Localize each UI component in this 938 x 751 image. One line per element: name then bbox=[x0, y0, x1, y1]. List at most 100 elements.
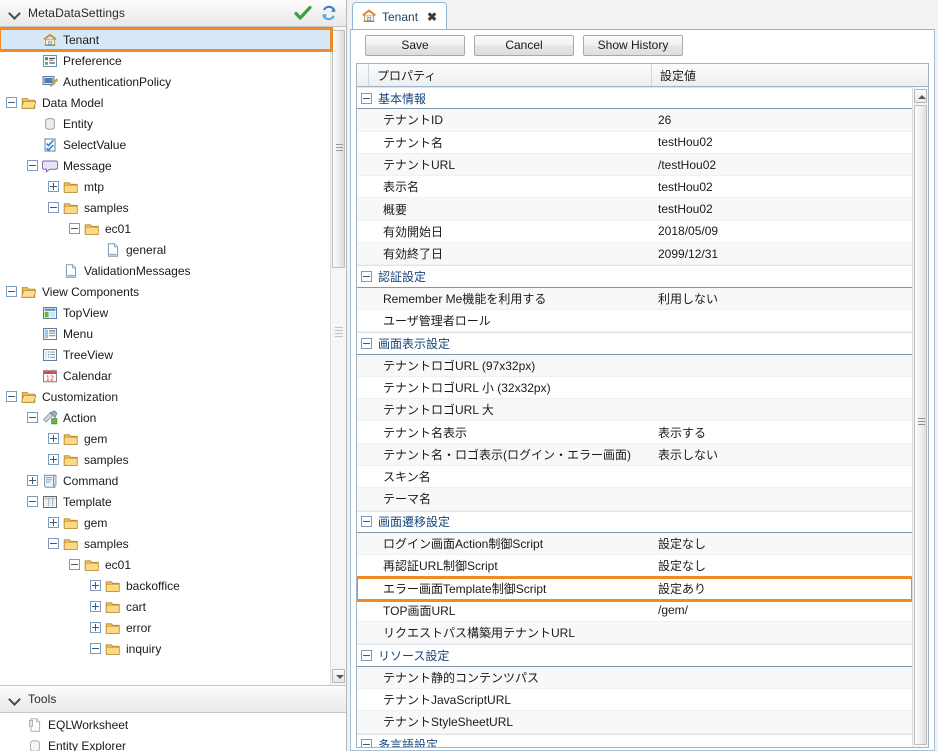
metadata-tree-scroll-area[interactable]: Tenant Preference AuthenticationPolicy Data… bbox=[0, 27, 346, 685]
tree-item-selectvalue[interactable]: SelectValue bbox=[0, 134, 331, 155]
tree-item-calendar[interactable]: 12 Calendar bbox=[0, 365, 331, 386]
collapse-icon[interactable] bbox=[69, 559, 80, 570]
property-row[interactable]: リクエストパス構築用テナントURL bbox=[357, 622, 912, 645]
check-icon[interactable] bbox=[294, 5, 312, 21]
property-row[interactable]: テナントURL/testHou02 bbox=[357, 153, 912, 177]
tree-item-tenant[interactable]: Tenant bbox=[0, 27, 333, 52]
cancel-button[interactable]: Cancel bbox=[474, 34, 574, 56]
property-value-cell[interactable]: 26 bbox=[652, 113, 912, 127]
collapse-icon[interactable] bbox=[361, 739, 372, 747]
property-row[interactable]: TOP画面URL/gem/ bbox=[357, 600, 912, 623]
collapse-icon[interactable] bbox=[48, 202, 59, 213]
tree-item-validationmessages[interactable]: ValidationMessages bbox=[0, 260, 331, 281]
tree-item-samples[interactable]: samples bbox=[0, 449, 331, 470]
property-value-cell[interactable]: testHou02 bbox=[652, 180, 912, 194]
property-group-row[interactable]: リソース設定 bbox=[357, 644, 912, 667]
property-value-cell[interactable]: /testHou02 bbox=[652, 158, 912, 172]
tools-item-entity-explorer[interactable]: Entity Explorer bbox=[0, 735, 346, 751]
tree-item-mtp[interactable]: mtp bbox=[0, 176, 331, 197]
expand-icon[interactable] bbox=[48, 517, 59, 528]
property-row[interactable]: 表示名 testHou02 bbox=[357, 176, 912, 199]
metadata-settings-header[interactable]: MetaDataSettings bbox=[0, 0, 346, 27]
property-row[interactable]: テナント静的コンテンツパス bbox=[357, 666, 912, 690]
property-row[interactable]: テナントロゴURL 小 (32x32px) bbox=[357, 377, 912, 400]
property-value-cell[interactable]: testHou02 bbox=[652, 202, 912, 216]
tree-item-ec01[interactable]: ec01 bbox=[0, 554, 331, 575]
collapse-icon[interactable] bbox=[27, 412, 38, 423]
collapse-icon[interactable] bbox=[361, 92, 372, 104]
chevron-down-icon[interactable] bbox=[8, 6, 22, 20]
property-row[interactable]: テナントID 26 bbox=[357, 109, 912, 132]
collapse-icon[interactable] bbox=[361, 337, 372, 349]
property-group-row[interactable]: 基本情報 bbox=[357, 87, 912, 110]
property-group-row[interactable]: 認証設定 bbox=[357, 265, 912, 288]
collapse-icon[interactable] bbox=[6, 391, 17, 402]
property-row[interactable]: 有効終了日 2099/12/31 bbox=[357, 243, 912, 266]
tree-item-backoffice[interactable]: backoffice bbox=[0, 575, 331, 596]
tree-item-menu[interactable]: Menu bbox=[0, 323, 331, 344]
property-row[interactable]: テナント名表示 表示する bbox=[357, 421, 912, 444]
collapse-icon[interactable] bbox=[361, 271, 372, 283]
expand-icon[interactable] bbox=[90, 580, 101, 591]
tools-header[interactable]: Tools bbox=[0, 686, 346, 713]
property-value-cell[interactable]: 設定なし bbox=[652, 557, 912, 574]
property-group-row[interactable]: 多言語設定 bbox=[357, 733, 912, 747]
property-value-cell[interactable]: 表示しない bbox=[652, 446, 912, 463]
collapse-icon[interactable] bbox=[90, 643, 101, 654]
property-row[interactable]: ユーザ管理者ロール bbox=[357, 310, 912, 333]
tree-item-samples[interactable]: samples bbox=[0, 533, 331, 554]
property-row[interactable]: スキン名 bbox=[357, 466, 912, 489]
tab-tenant[interactable]: Tenant ✖ bbox=[352, 2, 448, 30]
tree-item-customization[interactable]: Customization bbox=[0, 386, 331, 407]
tree-scroll-down-button[interactable] bbox=[332, 669, 345, 683]
tree-item-cart[interactable]: cart bbox=[0, 596, 331, 617]
tree-item-preference[interactable]: Preference bbox=[0, 50, 331, 71]
collapse-icon[interactable] bbox=[69, 223, 80, 234]
property-row[interactable]: テーマ名 bbox=[357, 488, 912, 511]
property-row[interactable]: テナントロゴURL 大 bbox=[357, 399, 912, 422]
column-header-property[interactable]: プロパティ bbox=[369, 64, 652, 86]
property-row[interactable]: 有効開始日 2018/05/09 bbox=[357, 221, 912, 244]
property-group-row[interactable]: 画面表示設定 bbox=[357, 332, 912, 355]
tree-item-template[interactable]: Template bbox=[0, 491, 331, 512]
collapse-icon[interactable] bbox=[48, 538, 59, 549]
refresh-icon[interactable] bbox=[320, 5, 338, 21]
property-value-cell[interactable]: 2099/12/31 bbox=[652, 247, 912, 261]
collapse-icon[interactable] bbox=[27, 496, 38, 507]
expand-icon[interactable] bbox=[48, 454, 59, 465]
collapse-icon[interactable] bbox=[361, 516, 372, 528]
collapse-icon[interactable] bbox=[361, 650, 372, 662]
tree-item-inquiry[interactable]: inquiry bbox=[0, 638, 331, 659]
expand-icon[interactable] bbox=[48, 433, 59, 444]
tree-item-entity[interactable]: Entity bbox=[0, 113, 331, 134]
show-history-button[interactable]: Show History bbox=[583, 34, 683, 56]
tree-item-view-components[interactable]: View Components bbox=[0, 281, 331, 302]
save-button[interactable]: Save bbox=[365, 34, 465, 56]
tree-item-command[interactable]: Command bbox=[0, 470, 331, 491]
collapse-icon[interactable] bbox=[27, 160, 38, 171]
property-row[interactable]: 概要 testHou02 bbox=[357, 198, 912, 221]
property-row[interactable]: テナント名 testHou02 bbox=[357, 132, 912, 154]
expand-icon[interactable] bbox=[27, 475, 38, 486]
column-header-value[interactable]: 設定値 bbox=[652, 64, 928, 86]
tree-item-authenticationpolicy[interactable]: AuthenticationPolicy bbox=[0, 71, 331, 92]
property-row[interactable]: エラー画面Template制御Script 設定あり bbox=[357, 575, 912, 602]
tree-vertical-scrollbar[interactable] bbox=[330, 27, 346, 685]
tree-scrollbar-thumb[interactable] bbox=[332, 30, 345, 268]
grid-scroll-up-button[interactable] bbox=[914, 89, 927, 103]
tree-item-gem[interactable]: gem bbox=[0, 428, 331, 449]
property-grid-body[interactable]: 基本情報 テナントID 26 テナント名 testHou02 テナントURL/testHo… bbox=[357, 87, 912, 747]
tree-item-data-model[interactable]: Data Model bbox=[0, 92, 331, 113]
tree-item-samples[interactable]: samples bbox=[0, 197, 331, 218]
collapse-icon[interactable] bbox=[6, 286, 17, 297]
property-value-cell[interactable]: 設定なし bbox=[652, 535, 912, 552]
property-row[interactable]: Remember Me機能を利用する 利用しない bbox=[357, 287, 912, 310]
property-row[interactable]: テナントStyleSheetURL bbox=[357, 711, 912, 734]
grid-vertical-scrollbar[interactable] bbox=[912, 87, 928, 747]
expand-icon[interactable] bbox=[90, 622, 101, 633]
property-group-row[interactable]: 画面遷移設定 bbox=[357, 510, 912, 533]
property-value-cell[interactable]: 表示する bbox=[652, 424, 912, 441]
tree-item-treeview[interactable]: TreeView bbox=[0, 344, 331, 365]
property-value-cell[interactable]: 利用しない bbox=[652, 290, 912, 307]
property-row[interactable]: 再認証URL制御Script 設定なし bbox=[357, 555, 912, 578]
